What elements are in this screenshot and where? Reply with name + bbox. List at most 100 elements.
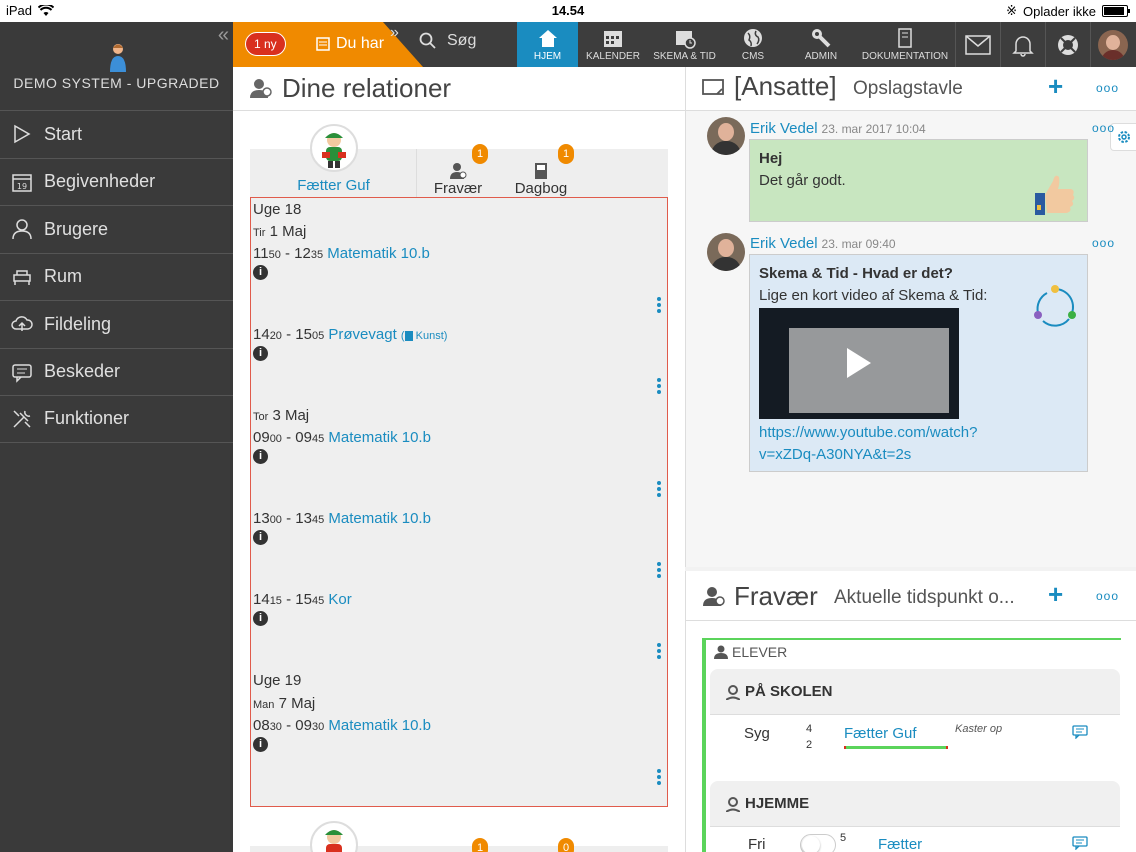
comment-icon[interactable] xyxy=(1072,836,1088,850)
info-icon[interactable]: i xyxy=(253,530,268,545)
tab-badge: 0 xyxy=(558,838,574,852)
relation-card-header: Fætter Guf Fravær 1 Dagbog 1 xyxy=(250,124,668,202)
nav-admin[interactable]: ADMIN xyxy=(795,22,847,67)
more-options-icon[interactable]: ooo xyxy=(1096,589,1119,603)
post-options-icon[interactable]: ooo xyxy=(1092,121,1115,135)
toggle-switch[interactable] xyxy=(800,834,836,852)
comment-icon[interactable] xyxy=(1072,725,1088,739)
search-button[interactable]: Søg xyxy=(419,32,476,50)
list-item[interactable]: 1415 - 1545 Kor i xyxy=(253,591,663,671)
info-icon[interactable]: i xyxy=(253,449,268,464)
sidebar-item-brugere[interactable]: Brugere xyxy=(0,205,233,253)
messages-icon xyxy=(10,360,34,384)
nav-dokumentation[interactable]: DOKUMENTATION xyxy=(855,22,955,67)
event-link[interactable]: Matematik 10.b xyxy=(328,510,431,527)
event-link[interactable]: Matematik 10.b xyxy=(328,429,431,446)
sidebar-item-label: Funktioner xyxy=(44,408,130,429)
absence-icon xyxy=(450,163,467,179)
list-item[interactable]: 1300 - 1345 Matematik 10.b i xyxy=(253,510,663,590)
kebab-menu-icon[interactable] xyxy=(657,562,661,580)
bulletin-board: Erik Vedel 23. mar 2017 10:04 ooo Hej Det… xyxy=(685,111,1136,567)
time-minute: 45 xyxy=(311,514,325,526)
time-separator: - xyxy=(281,591,296,608)
day-heading: Tor 3 Maj xyxy=(253,407,663,424)
table-row[interactable]: Fri 5 Fætter xyxy=(710,826,1120,852)
event-link[interactable]: Kor xyxy=(328,591,351,608)
time-minute: 50 xyxy=(268,249,281,261)
bell-icon xyxy=(1012,35,1034,57)
post-author[interactable]: Erik Vedel 23. mar 09:40 xyxy=(750,235,896,252)
cloud-icon xyxy=(10,312,34,336)
avatar[interactable] xyxy=(707,117,745,155)
relations-title: Dine relationer xyxy=(282,73,452,103)
info-icon[interactable]: i xyxy=(253,611,268,626)
kebab-menu-icon[interactable] xyxy=(657,378,661,396)
add-absence-button[interactable]: + xyxy=(1048,579,1063,610)
date: 7 Maj xyxy=(278,695,316,712)
mail-button[interactable] xyxy=(955,22,1000,67)
location-icon xyxy=(726,684,740,700)
tools-icon xyxy=(10,407,34,431)
tab-fravaer[interactable]: Fravær 1 xyxy=(430,144,488,202)
tab-badge: 1 xyxy=(558,144,574,164)
sidebar-item-label: Brugere xyxy=(44,218,109,239)
sidebar-item-start[interactable]: Start xyxy=(0,110,233,158)
post-author[interactable]: Erik Vedel 23. mar 2017 10:04 xyxy=(750,120,926,137)
kebab-menu-icon[interactable] xyxy=(657,481,661,499)
chevron-right-icon[interactable]: » xyxy=(390,24,399,42)
event-link[interactable]: Prøvevagt xyxy=(328,326,396,343)
post-options-icon[interactable]: ooo xyxy=(1092,236,1115,250)
table-row[interactable]: Syg 4 2 Fætter Guf Kaster op xyxy=(710,714,1120,771)
relation-card-partial[interactable]: 1 0 xyxy=(250,821,668,852)
subject-tag[interactable]: ( Kunst) xyxy=(401,330,448,342)
nav-hjem[interactable]: HJEM xyxy=(517,22,578,67)
absence-note: Kaster op xyxy=(955,723,1003,735)
post-date: 23. mar 09:40 xyxy=(821,237,896,251)
date: 1 Maj xyxy=(269,223,307,240)
profile-button[interactable] xyxy=(1090,22,1135,67)
add-post-button[interactable]: + xyxy=(1048,71,1063,102)
student-link[interactable]: Fætter Guf xyxy=(844,725,917,742)
sidebar-item-begivenheder[interactable]: 19 Begivenheder xyxy=(0,157,233,206)
list-item[interactable]: 0830 - 0930 Matematik 10.b i xyxy=(253,717,663,797)
student-link[interactable]: Fætter xyxy=(878,836,922,852)
collapse-sidebar-icon[interactable]: « xyxy=(218,24,229,47)
new-badge[interactable]: 1 ny xyxy=(245,32,286,56)
nav-skema-tid[interactable]: SKEMA & TID xyxy=(647,22,722,67)
list-item[interactable]: 1150 - 1235 Matematik 10.b i xyxy=(253,245,663,325)
kebab-menu-icon[interactable] xyxy=(657,769,661,787)
info-icon[interactable]: i xyxy=(253,737,268,752)
avatar[interactable] xyxy=(707,233,745,271)
help-button[interactable] xyxy=(1045,22,1090,67)
search-label: Søg xyxy=(447,32,477,49)
video-player[interactable] xyxy=(759,308,959,419)
info-icon[interactable]: i xyxy=(253,265,268,280)
home-icon xyxy=(538,30,557,47)
sidebar-item-beskeder[interactable]: Beskeder xyxy=(0,347,233,396)
info-icon[interactable]: i xyxy=(253,346,268,361)
kebab-menu-icon[interactable] xyxy=(657,297,661,315)
top-navigation: 1 ny Du har » Søg HJEM KALENDER SKEMA & … xyxy=(233,22,1136,67)
person-name: Fætter Guf xyxy=(297,177,370,194)
list-item[interactable]: 0900 - 0945 Matematik 10.b i xyxy=(253,429,663,509)
more-options-icon[interactable]: ooo xyxy=(1096,81,1119,95)
notice-text[interactable]: Du har xyxy=(315,35,385,53)
kebab-menu-icon[interactable] xyxy=(657,643,661,661)
relation-person[interactable]: Fætter Guf xyxy=(250,124,417,202)
relations-icon xyxy=(250,79,272,98)
event-link[interactable]: Matematik 10.b xyxy=(328,717,431,734)
event-link[interactable]: Matematik 10.b xyxy=(327,245,430,262)
sidebar-item-funktioner[interactable]: Funktioner xyxy=(0,395,233,443)
notifications-button[interactable] xyxy=(1000,22,1045,67)
list-item[interactable]: 1420 - 1505 Prøvevagt ( Kunst) i xyxy=(253,326,663,406)
card-caption: HJEMME xyxy=(726,795,809,812)
nav-cms[interactable]: CMS xyxy=(728,22,778,67)
tab-dagbog[interactable]: Dagbog 1 xyxy=(510,144,574,202)
nav-kalender[interactable]: KALENDER xyxy=(583,22,643,67)
sidebar-item-fildeling[interactable]: Fildeling xyxy=(0,300,233,348)
video-link[interactable]: https://www.youtube.com/watch? v=xZDq-A3… xyxy=(759,422,977,466)
time-separator: - xyxy=(281,510,296,527)
post-content: Skema & Tid - Hvad er det? Lige en kort … xyxy=(749,254,1088,472)
schedule-list: Uge 18 Tir 1 Maj 1150 - 1235 Matematik 1… xyxy=(250,197,668,807)
sidebar-item-rum[interactable]: Rum xyxy=(0,252,233,301)
